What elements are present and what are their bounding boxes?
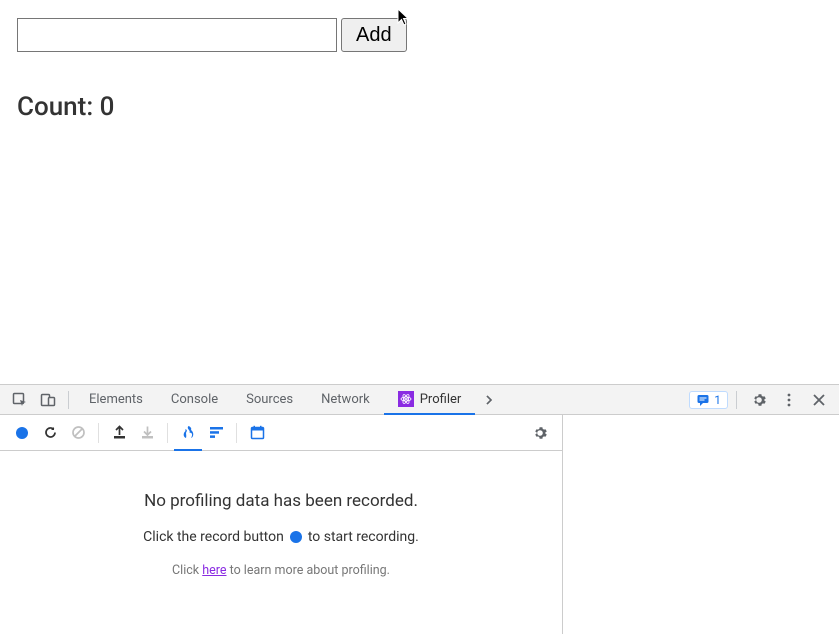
tab-label: Sources: [246, 392, 293, 407]
device-toolbar-icon[interactable]: [34, 385, 62, 415]
separator: [236, 423, 237, 443]
settings-icon[interactable]: [745, 385, 773, 415]
timeline-tab[interactable]: [243, 419, 271, 447]
empty-title: No profiling data has been recorded.: [144, 491, 418, 511]
reload-profile-button[interactable]: [36, 419, 64, 447]
tab-console[interactable]: Console: [157, 385, 232, 415]
empty-sub-after: to start recording.: [308, 529, 419, 545]
tab-label: Profiler: [420, 392, 462, 407]
profiler-body: No profiling data has been recorded. Cli…: [0, 415, 839, 634]
tab-network[interactable]: Network: [307, 385, 384, 415]
learn-more-line: Click here to learn more about profiling…: [172, 563, 390, 578]
count-prefix: Count:: [17, 92, 100, 122]
record-icon: [16, 427, 28, 439]
record-button[interactable]: [8, 419, 36, 447]
message-icon: [696, 393, 710, 407]
empty-sub-before: Click the record button: [143, 529, 284, 545]
more-menu-icon[interactable]: [775, 385, 803, 415]
flamegraph-tab[interactable]: [174, 415, 202, 451]
profiler-toolbar: [0, 415, 562, 451]
react-icon: [398, 391, 414, 407]
item-input[interactable]: [17, 18, 337, 52]
issues-badge[interactable]: 1: [689, 391, 728, 409]
tab-sources[interactable]: Sources: [232, 385, 307, 415]
tab-label: Console: [171, 392, 218, 407]
empty-subtitle: Click the record button to start recordi…: [143, 529, 419, 545]
separator: [736, 391, 737, 409]
learn-after: to learn more about profiling.: [230, 563, 390, 578]
profiler-sidebar: [563, 415, 839, 634]
input-row: Add: [17, 18, 822, 52]
devtools-panel: Elements Console Sources Network Profile…: [0, 384, 839, 634]
count-value: 0: [100, 92, 115, 122]
devtools-tabbar: Elements Console Sources Network Profile…: [0, 385, 839, 415]
ranked-tab[interactable]: [202, 419, 230, 447]
profiler-empty-state: No profiling data has been recorded. Cli…: [0, 451, 562, 634]
more-tabs-icon[interactable]: [475, 385, 503, 415]
profiler-settings-icon[interactable]: [526, 419, 554, 447]
tab-label: Network: [321, 392, 370, 407]
inspect-element-icon[interactable]: [6, 385, 34, 415]
count-display: Count: 0: [17, 92, 822, 122]
separator: [167, 423, 168, 443]
learn-before: Click: [172, 563, 199, 578]
issues-count: 1: [714, 393, 721, 407]
separator: [98, 423, 99, 443]
close-devtools-icon[interactable]: [805, 385, 833, 415]
record-dot-icon: [290, 531, 302, 543]
tab-label: Elements: [89, 392, 143, 407]
load-profile-button[interactable]: [105, 419, 133, 447]
separator: [68, 391, 69, 409]
app-content: Add Count: 0: [0, 0, 839, 140]
learn-more-link[interactable]: here: [202, 563, 226, 578]
tab-profiler[interactable]: Profiler: [384, 385, 476, 415]
clear-profile-button[interactable]: [64, 419, 92, 447]
add-button[interactable]: Add: [341, 18, 407, 52]
tab-elements[interactable]: Elements: [75, 385, 157, 415]
save-profile-button[interactable]: [133, 419, 161, 447]
profiler-main: No profiling data has been recorded. Cli…: [0, 415, 563, 634]
